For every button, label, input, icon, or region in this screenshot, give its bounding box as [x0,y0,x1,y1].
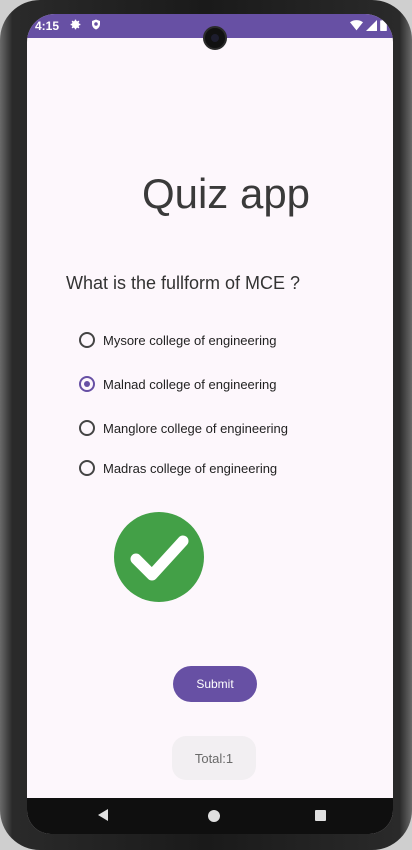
navigation-bar [27,798,393,834]
phone-screen: 4:15 Quiz app What is the fullform of MC… [27,14,393,834]
back-icon[interactable] [98,809,108,821]
wifi-icon [350,19,363,30]
option-label: Madras college of engineering [103,460,278,476]
radio-button[interactable] [79,332,95,348]
gear-icon [70,19,81,30]
page-title: Quiz app [141,170,311,217]
option-madras[interactable]: Madras college of engineering [79,456,339,480]
recents-icon[interactable] [315,810,326,821]
phone-frame: 4:15 Quiz app What is the fullform of MC… [0,0,412,850]
front-camera [203,26,227,50]
option-label: Manglore college of engineering [103,420,289,436]
radio-button[interactable] [79,460,95,476]
option-label: Mysore college of engineering [103,332,277,348]
signal-icon [366,19,377,31]
checkmark-circle-icon [114,512,204,602]
submit-button[interactable]: Submit [173,666,257,702]
status-icons-right [350,19,387,31]
shield-icon [92,19,100,30]
option-label: Malnad college of engineering [103,376,277,392]
home-icon[interactable] [208,810,220,822]
option-mysore[interactable]: Mysore college of engineering [79,328,339,352]
radio-button-selected[interactable] [79,376,95,392]
status-time: 4:15 [35,19,60,33]
total-score: Total:1 [172,736,256,780]
battery-icon [380,19,387,31]
radio-button[interactable] [79,420,95,436]
option-malnad[interactable]: Malnad college of engineering [79,372,339,396]
question-text: What is the fullform of MCE ? [66,273,301,293]
status-icons-left [69,18,102,31]
option-manglore[interactable]: Manglore college of engineering [79,416,339,440]
